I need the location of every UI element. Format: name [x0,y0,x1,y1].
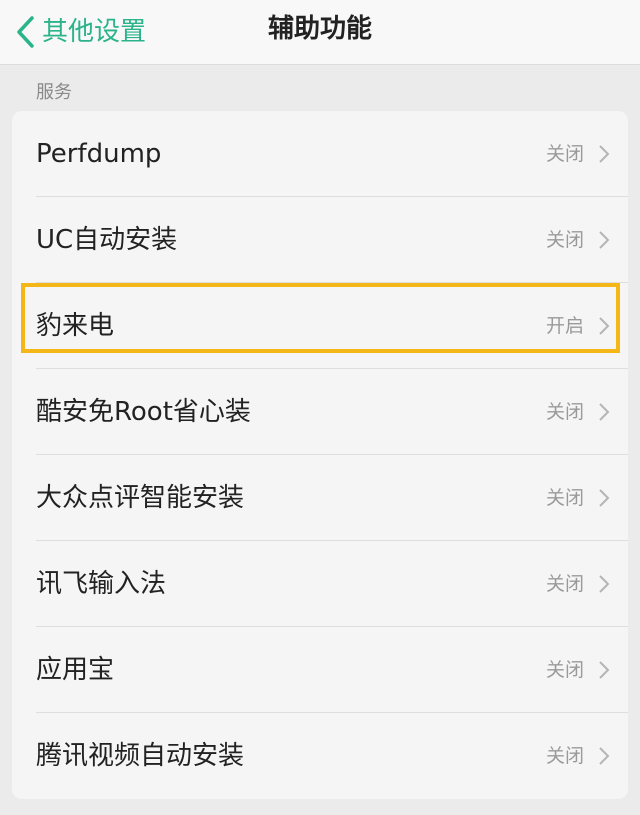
service-label: 豹来电 [36,311,115,341]
service-status: 关闭 [545,659,584,681]
service-status: 关闭 [545,487,584,509]
service-status: 关闭 [545,229,584,251]
back-label: 其他设置 [42,17,147,47]
back-button[interactable]: 其他设置 [14,0,146,64]
service-label: 酷安免Root省心装 [36,397,251,427]
chevron-right-icon [598,488,610,508]
section-title-services: 服务 [36,82,72,103]
service-label: 讯飞输入法 [36,569,167,599]
service-label: 腾讯视频自动安装 [36,741,245,771]
service-row-yingyongbao[interactable]: 应用宝 关闭 [12,627,628,713]
service-status: 关闭 [545,143,584,165]
chevron-right-icon [598,230,610,250]
services-list: Perfdump 关闭 UC自动安装 关闭 豹来电 开启 酷安免Root省心装 … [12,111,628,799]
service-row-iflytek-ime[interactable]: 讯飞输入法 关闭 [12,541,628,627]
chevron-left-icon [14,15,36,49]
service-row-coolapk-install[interactable]: 酷安免Root省心装 关闭 [12,369,628,455]
chevron-right-icon [598,660,610,680]
chevron-right-icon [598,144,610,164]
service-status: 关闭 [545,745,584,767]
service-row-tencent-video-install[interactable]: 腾讯视频自动安装 关闭 [12,713,628,799]
service-status: 开启 [545,315,584,337]
service-label: 大众点评智能安装 [36,483,245,513]
service-status: 关闭 [545,401,584,423]
chevron-right-icon [598,402,610,422]
service-label: Perfdump [36,139,162,169]
top-bar: 其他设置 辅助功能 [0,0,640,65]
service-label: UC自动安装 [36,225,178,255]
service-label: 应用宝 [36,655,115,685]
service-row-perfdump[interactable]: Perfdump 关闭 [12,111,628,197]
service-row-uc-auto-install[interactable]: UC自动安装 关闭 [12,197,628,283]
chevron-right-icon [598,746,610,766]
chevron-right-icon [598,316,610,336]
chevron-right-icon [598,574,610,594]
service-row-bao-caller[interactable]: 豹来电 开启 [12,283,628,369]
service-row-dianping-install[interactable]: 大众点评智能安装 关闭 [12,455,628,541]
service-status: 关闭 [545,573,584,595]
